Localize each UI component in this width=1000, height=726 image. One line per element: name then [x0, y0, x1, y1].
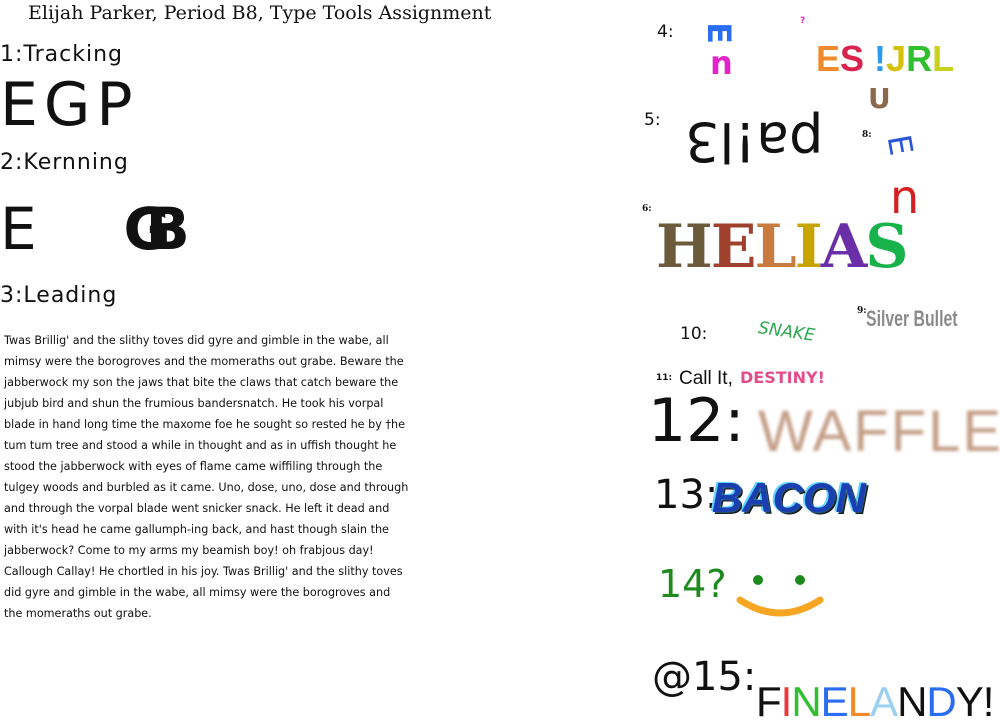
- letter-glyph: A: [820, 212, 868, 282]
- section-leading-label: 3:Leading: [0, 283, 118, 308]
- letter-glyph: E: [820, 678, 849, 725]
- kerning-sample: E G B: [0, 195, 190, 263]
- smiley-face-icon: [736, 575, 824, 617]
- item-12-label: 12:: [648, 386, 745, 456]
- item-4-art: E n ES !JRL U ?: [700, 14, 968, 115]
- item-9-word: Silver Bullet: [866, 306, 958, 331]
- letter-glyph: L: [754, 212, 796, 282]
- section-tracking-label: 1:Tracking: [0, 42, 123, 67]
- kerning-letter-b: B: [145, 195, 190, 263]
- letter-glyph: A: [870, 678, 898, 725]
- item-4-glyph: ?: [800, 16, 806, 26]
- letter-glyph: N: [897, 678, 927, 725]
- item-15-label: @15:: [652, 654, 757, 700]
- letter-glyph: H: [656, 212, 713, 282]
- item-6-label: 6:: [642, 204, 652, 214]
- item-10-word: SNAKE: [756, 318, 817, 346]
- item-11-word: DESTINY!: [740, 368, 825, 387]
- item-4-glyph: U: [868, 82, 891, 115]
- letter-glyph: F: [756, 678, 782, 725]
- item-10-label: 10:: [680, 324, 708, 344]
- item-4-label: 4:: [657, 22, 674, 42]
- kerning-letter-e: E: [0, 195, 37, 263]
- item-8-label: 8:: [862, 130, 872, 140]
- page-title: Elijah Parker, Period B8, Type Tools Ass…: [28, 2, 492, 24]
- letter-glyph: !: [982, 678, 995, 725]
- item-4-glyph: n: [710, 44, 733, 82]
- item-4-glyph: E: [699, 22, 738, 44]
- letter-glyph: N: [791, 678, 821, 725]
- item-6-word: HELIAS: [656, 212, 909, 282]
- item-5-label: 5:: [644, 110, 661, 130]
- leading-paragraph: Twas Brillig' and the slithy toves did g…: [4, 334, 409, 620]
- item-11-label: 11:: [656, 373, 673, 383]
- item-13-label: 13:: [654, 472, 719, 518]
- item-14-label: 14?: [658, 562, 727, 606]
- letter-glyph: Y: [955, 678, 984, 725]
- letter-glyph: D: [926, 678, 956, 725]
- letter-glyph: S: [865, 212, 908, 282]
- letter-glyph: I: [780, 678, 793, 725]
- item-5-glyphs: pa!l3: [685, 110, 824, 173]
- item-8-art: E n: [880, 126, 948, 226]
- letter-glyph: L: [847, 678, 871, 725]
- item-8-glyph: E: [879, 131, 921, 159]
- letter-glyph: I: [794, 212, 823, 282]
- section-kerning-label: 2:Kernning: [0, 150, 129, 175]
- item-4-word: ES !JRL: [816, 38, 955, 79]
- item-15-word: FINELANDY!: [756, 678, 995, 726]
- letter-glyph: E: [710, 212, 757, 282]
- item-13-word: BACON: [712, 474, 866, 521]
- item-5-art: pa!l3: [685, 106, 825, 178]
- item-12-word: WAFFLE: [758, 399, 1000, 464]
- tracking-sample: EGP: [0, 70, 139, 140]
